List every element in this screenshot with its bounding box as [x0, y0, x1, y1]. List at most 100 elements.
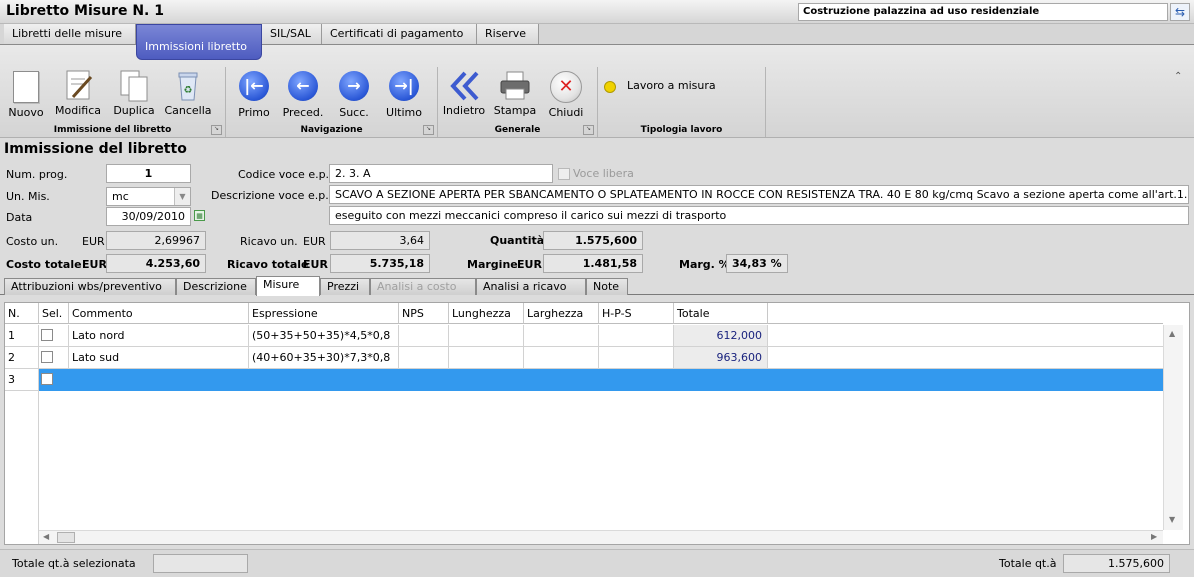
ultimo-button[interactable]: →| Ultimo — [380, 69, 428, 121]
select-cell[interactable] — [39, 347, 69, 369]
tipologia-value: Lavoro a misura — [627, 79, 716, 92]
tab-analisi-costo: Analisi a costo — [370, 278, 476, 295]
scroll-left-icon[interactable]: ◀ — [43, 532, 49, 541]
col-header[interactable]: NPS — [399, 303, 449, 324]
vertical-scrollbar[interactable]: ▲ ▼ — [1163, 325, 1183, 530]
dialog-launcher-icon[interactable]: ↘ — [583, 125, 594, 135]
scroll-down-icon[interactable]: ▼ — [1169, 515, 1175, 524]
tab-misure[interactable]: Misure — [256, 276, 320, 296]
espressione-cell[interactable] — [249, 369, 399, 391]
col-header[interactable]: Sel. — [39, 303, 69, 324]
calendar-icon[interactable]: ▦ — [194, 210, 205, 221]
eur-label: EUR — [517, 258, 542, 271]
row-checkbox[interactable] — [41, 351, 53, 363]
ricavo-un-label: Ricavo un. — [240, 235, 298, 248]
tab-immissioni[interactable]: Immissioni libretto — [136, 24, 262, 60]
scroll-right-icon[interactable]: ▶ — [1151, 532, 1157, 541]
codice-field[interactable]: 2. 3. A — [329, 164, 553, 183]
primo-button[interactable]: |← Primo — [230, 69, 278, 121]
margine-field: 1.481,58 — [543, 254, 643, 273]
descrizione-line-1[interactable]: SCAVO A SEZIONE APERTA PER SBANCAMENTO O… — [329, 185, 1189, 204]
swap-arrows-icon[interactable]: ⇆ — [1170, 3, 1190, 21]
tab-descrizione[interactable]: Descrizione — [176, 278, 256, 295]
lunghezza-cell[interactable] — [449, 325, 524, 347]
project-field[interactable]: Costruzione palazzina ad uso residenzial… — [798, 3, 1168, 21]
tab-riserve[interactable]: Riserve — [477, 24, 539, 44]
tab-attribuzioni[interactable]: Attribuzioni wbs/preventivo — [4, 278, 176, 295]
row-checkbox[interactable] — [41, 373, 53, 385]
voce-libera-checkbox[interactable] — [558, 168, 570, 180]
eur-label: EUR — [303, 258, 328, 271]
col-header[interactable]: Commento — [69, 303, 249, 324]
codice-label: Codice voce e.p. — [238, 168, 330, 181]
row-checkbox[interactable] — [41, 329, 53, 341]
sel-total-field — [153, 554, 248, 573]
data-field[interactable]: 30/09/2010 — [106, 207, 191, 226]
espressione-cell[interactable]: (50+35+50+35)*4,5*0,8 — [249, 325, 399, 347]
title-bar: Libretto Misure N. 1 Costruzione palazzi… — [0, 0, 1194, 24]
col-header[interactable]: Espressione — [249, 303, 399, 324]
dialog-launcher-icon[interactable]: ↘ — [211, 125, 222, 135]
total-field: 1.575,600 — [1063, 554, 1170, 573]
commento-cell[interactable] — [69, 369, 249, 391]
main-tab-bar: Libretti delle misure Immissioni librett… — [0, 24, 1194, 60]
col-header[interactable]: H-P-S — [599, 303, 674, 324]
chiudi-button[interactable]: ✕ Chiudi — [542, 69, 590, 121]
quantita-field: 1.575,600 — [543, 231, 643, 250]
preced-button[interactable]: ← Preced. — [279, 69, 327, 121]
scroll-up-icon[interactable]: ▲ — [1169, 329, 1175, 338]
tab-libretti[interactable]: Libretti delle misure — [4, 24, 136, 44]
hps-cell[interactable] — [599, 347, 674, 369]
col-header[interactable]: Lunghezza — [449, 303, 524, 324]
collapse-ribbon-icon[interactable]: ⌃ — [1174, 71, 1182, 82]
un-mis-select[interactable]: mc ▼ — [106, 187, 191, 206]
tab-analisi-ricavo[interactable]: Analisi a ricavo — [476, 278, 586, 295]
lunghezza-cell[interactable] — [449, 369, 524, 391]
nps-cell[interactable] — [399, 347, 449, 369]
espressione-cell[interactable]: (40+60+35+30)*7,3*0,8 — [249, 347, 399, 369]
costo-un-field: 2,69967 — [106, 231, 206, 250]
select-cell[interactable] — [39, 369, 69, 391]
dialog-launcher-icon[interactable]: ↘ — [423, 125, 434, 135]
nps-cell[interactable] — [399, 369, 449, 391]
larghezza-cell[interactable] — [524, 369, 599, 391]
back-double-arrow-icon — [447, 69, 481, 103]
select-cell[interactable] — [39, 325, 69, 347]
tab-prezzi[interactable]: Prezzi — [320, 278, 370, 295]
filler-cell — [768, 347, 1163, 369]
row-number: 2 — [5, 347, 39, 369]
larghezza-cell[interactable] — [524, 347, 599, 369]
filler-cell — [768, 369, 1163, 391]
svg-text:♻: ♻ — [184, 85, 193, 96]
measures-grid[interactable]: N. Sel. Commento Espressione NPS Lunghez… — [4, 302, 1190, 545]
col-header[interactable]: Larghezza — [524, 303, 599, 324]
col-header[interactable]: N. — [5, 303, 39, 324]
tab-sil-sal[interactable]: SIL/SAL — [262, 24, 322, 44]
marg-pct-label: Marg. % — [679, 258, 730, 271]
commento-cell[interactable]: Lato nord — [69, 325, 249, 347]
group-label: Immissione del libretto — [53, 125, 172, 135]
indietro-button[interactable]: Indietro — [440, 69, 488, 121]
succ-button[interactable]: → Succ. — [330, 69, 378, 121]
tab-certificati[interactable]: Certificati di pagamento — [322, 24, 477, 44]
modifica-button[interactable]: Modifica — [54, 69, 102, 121]
nps-cell[interactable] — [399, 325, 449, 347]
tab-note[interactable]: Note — [586, 278, 628, 295]
col-header[interactable]: Totale — [674, 303, 768, 324]
descrizione-line-2[interactable]: eseguito con mezzi meccanici compreso il… — [329, 206, 1189, 225]
larghezza-cell[interactable] — [524, 325, 599, 347]
hps-cell[interactable] — [599, 369, 674, 391]
hps-cell[interactable] — [599, 325, 674, 347]
duplica-button[interactable]: Duplica — [110, 69, 158, 121]
num-prog-field[interactable]: 1 — [106, 164, 191, 183]
chevron-down-icon[interactable]: ▼ — [174, 188, 190, 205]
lunghezza-cell[interactable] — [449, 347, 524, 369]
nuovo-button[interactable]: Nuovo — [2, 69, 50, 121]
row-number: 3 — [5, 369, 39, 391]
horizontal-scrollbar[interactable]: ◀ ▶ — [39, 530, 1163, 544]
scroll-thumb[interactable] — [57, 532, 75, 543]
cancella-button[interactable]: ♻ Cancella — [164, 69, 212, 121]
stampa-button[interactable]: Stampa — [491, 69, 539, 121]
total-label: Totale qt.à — [999, 557, 1057, 570]
commento-cell[interactable]: Lato sud — [69, 347, 249, 369]
